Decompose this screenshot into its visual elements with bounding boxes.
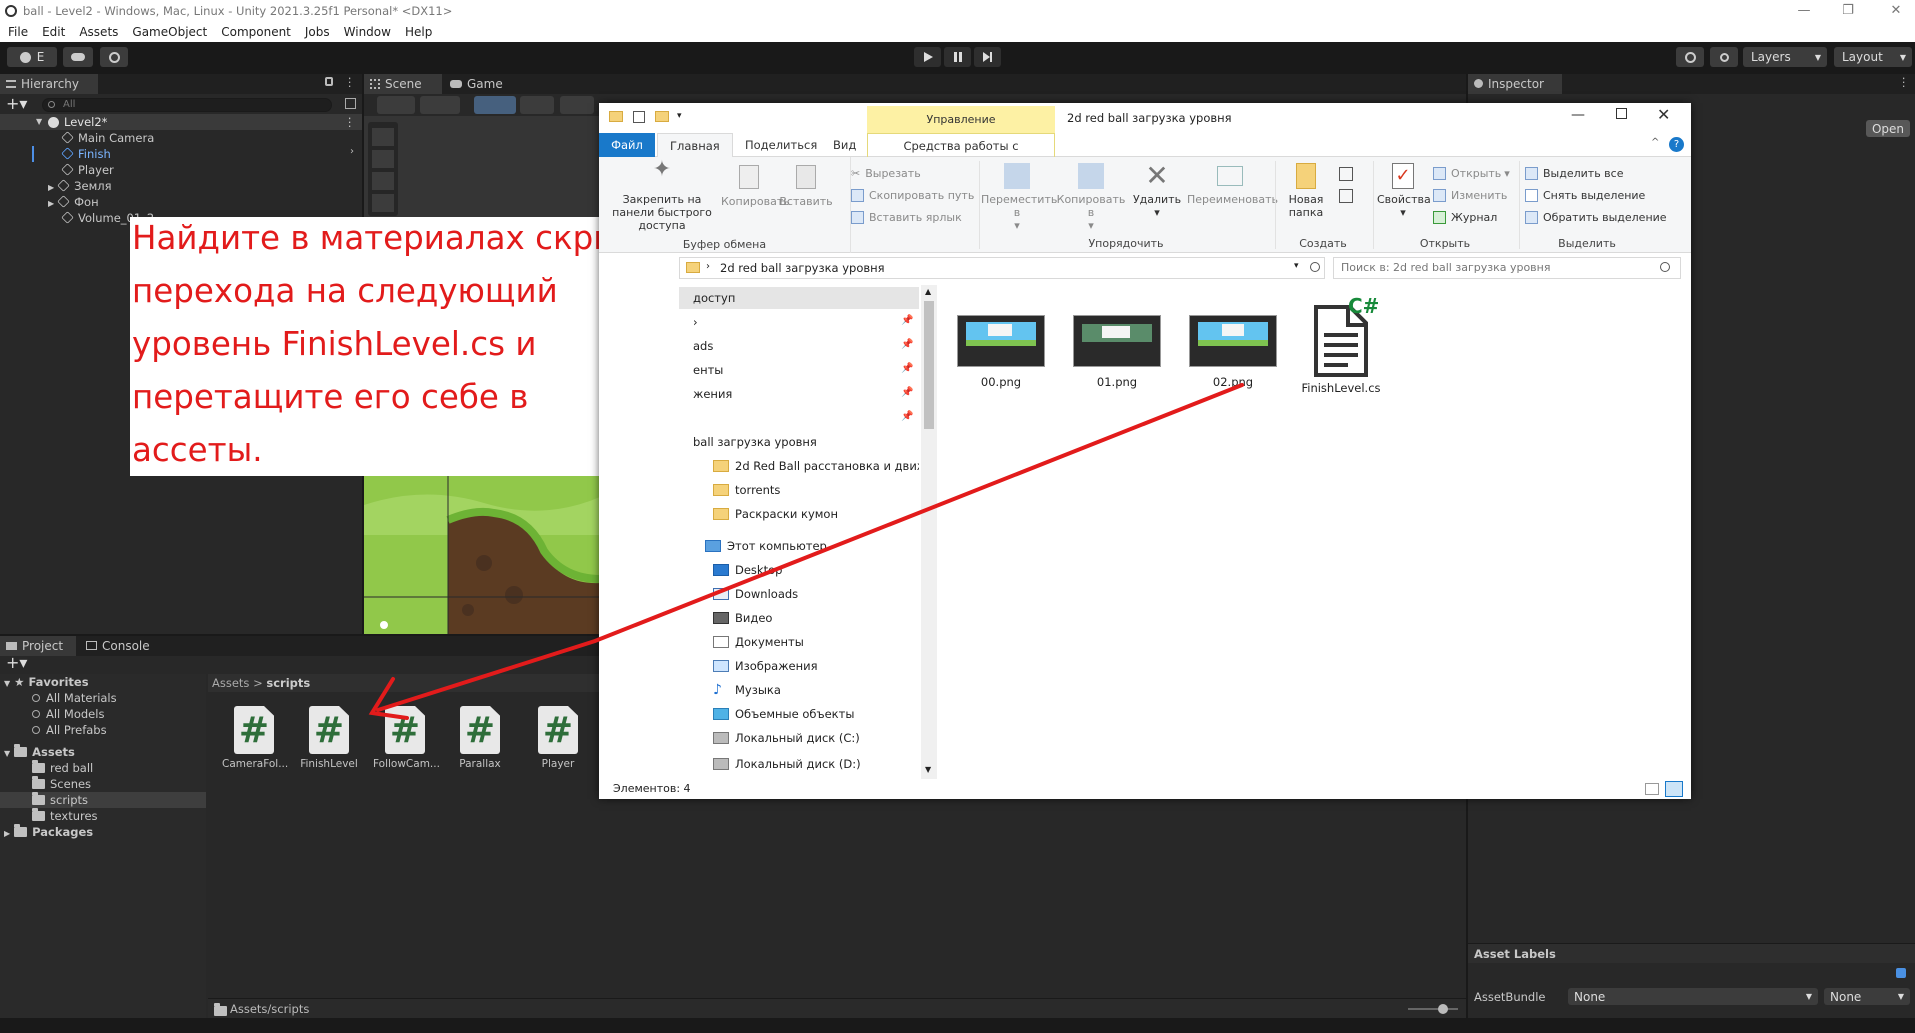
drag-arrow (368, 383, 1244, 720)
